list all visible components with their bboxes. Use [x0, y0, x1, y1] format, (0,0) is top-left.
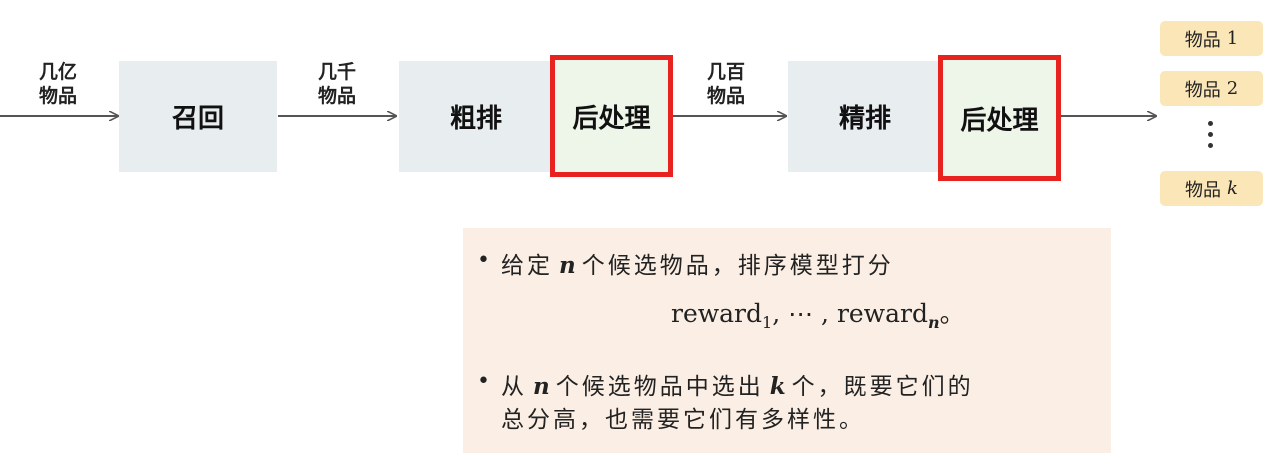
post-process-stage-1: 后处理: [550, 55, 673, 177]
after-coarse-label: 几百 物品: [706, 61, 745, 107]
output-item-1: 物品 1: [1160, 21, 1263, 56]
output-item-2: 物品 2: [1160, 71, 1263, 106]
coarse-rank-stage: 粗排: [399, 61, 553, 172]
post-process-stage-2: 后处理: [938, 55, 1061, 181]
explanation-note: • 给定 n 个候选物品，排序模型打分 reward1, ⋯ , rewardn。 …: [463, 228, 1111, 453]
bullet-2-line-2: 总分高，也需要它们有多样性。: [501, 407, 865, 433]
bullet-dot-icon: •: [477, 369, 490, 394]
after-recall-label: 几千 物品: [317, 61, 356, 107]
recall-stage: 召回: [119, 61, 277, 172]
reward-formula: reward1, ⋯ , rewardn。: [671, 299, 965, 332]
output-item-k: 物品 k: [1160, 171, 1263, 206]
bullet-2-line-1: 从 n 个候选物品中选出 k 个，既要它们的: [501, 373, 974, 400]
input-label: 几亿 物品: [38, 61, 77, 107]
fine-rank-stage: 精排: [788, 61, 942, 172]
bullet-1-text: 给定 n 个候选物品，排序模型打分: [501, 252, 894, 279]
bullet-dot-icon: •: [477, 248, 490, 273]
vertical-ellipsis-icon: [1205, 121, 1215, 155]
